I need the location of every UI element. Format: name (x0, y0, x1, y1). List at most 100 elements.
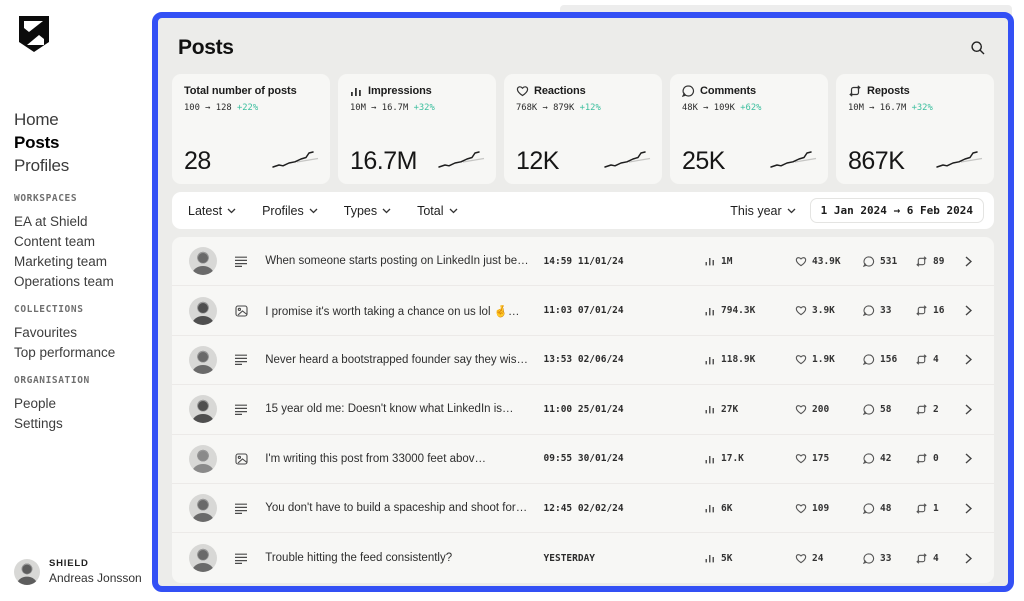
comments-stat: 156 (863, 354, 915, 365)
repost-icon (915, 503, 928, 514)
stat-card-header: Reposts (848, 85, 982, 97)
delta-text: +12% (580, 103, 601, 113)
filter-dropdown-types[interactable]: Types (344, 204, 391, 218)
sidebar-item-top-performance[interactable]: Top performance (14, 343, 115, 363)
reposts-value: 16 (933, 305, 944, 316)
sidebar-item-favourites[interactable]: Favourites (14, 323, 115, 343)
post-row[interactable]: When someone starts posting on LinkedIn … (172, 237, 994, 286)
nav-item-posts[interactable]: Posts (14, 131, 69, 154)
post-timestamp: 14:59 11/01/24 (544, 256, 653, 267)
bar-chart-icon (705, 404, 716, 414)
user-avatar (14, 559, 40, 585)
period-dropdown[interactable]: This year (730, 204, 795, 218)
post-row[interactable]: You don't have to build a spaceship and … (172, 484, 994, 533)
reposts-stat: 4 (915, 354, 965, 365)
posts-table: When someone starts posting on LinkedIn … (172, 237, 994, 583)
user-org-label: SHIELD (49, 558, 142, 569)
post-row[interactable]: I'm writing this post from 33000 feet ab… (172, 435, 994, 484)
chevron-right-icon[interactable] (965, 256, 972, 267)
impressions-value: 6K (721, 503, 732, 514)
chevron-right-icon[interactable] (965, 553, 972, 564)
comments-stat: 531 (863, 256, 915, 267)
delta-text: +22% (237, 103, 258, 113)
sidebar-item-ea-at-shield[interactable]: EA at Shield (14, 212, 114, 232)
stat-card-reactions[interactable]: Reactions 768K → 879K +12% 12K (504, 74, 662, 184)
post-row[interactable]: 15 year old me: Doesn't know what Linked… (172, 385, 994, 434)
chevron-right-icon[interactable] (965, 354, 972, 365)
sidebar-item-content-team[interactable]: Content team (14, 232, 114, 252)
search-icon[interactable] (966, 36, 990, 60)
stat-card-value: 867K (848, 147, 904, 176)
sidebar-item-operations-team[interactable]: Operations team (14, 272, 114, 292)
impressions-value: 794.3K (721, 305, 755, 316)
reactions-value: 175 (812, 453, 829, 464)
nav-item-profiles[interactable]: Profiles (14, 154, 69, 177)
comment-icon (863, 503, 875, 514)
bar-chart-icon (705, 553, 716, 563)
post-author-avatar (189, 247, 217, 275)
comments-stat: 58 (863, 404, 915, 415)
post-row[interactable]: I promise it's worth taking a chance on … (172, 286, 994, 335)
stat-card-impressions[interactable]: Impressions 10M → 16.7M +32% 16.7M (338, 74, 496, 184)
nav-item-home[interactable]: Home (14, 108, 69, 131)
sparkline-chart (934, 146, 984, 172)
comments-stat: 48 (863, 503, 915, 514)
filter-dropdown-latest[interactable]: Latest (188, 204, 236, 218)
repost-icon (848, 85, 862, 97)
stat-card-reposts[interactable]: Reposts 10M → 16.7M +32% 867K (836, 74, 994, 184)
sidebar-item-people[interactable]: People (14, 394, 90, 414)
chevron-down-icon (787, 208, 796, 214)
chevron-right-icon[interactable] (965, 453, 972, 464)
stat-card-total-number-of-posts[interactable]: Total number of posts 100 → 128 +22% 28 (172, 74, 330, 184)
post-row[interactable]: Never heard a bootstrapped founder say t… (172, 336, 994, 385)
reposts-stat: 89 (915, 256, 965, 267)
page-title: Posts (178, 36, 234, 60)
filter-dropdown-label: Profiles (262, 204, 304, 218)
stat-card-label: Reposts (867, 85, 910, 97)
reactions-stat: 3.9K (795, 305, 863, 316)
reactions-value: 200 (812, 404, 829, 415)
shield-logo-icon (16, 14, 52, 54)
stat-card-label: Impressions (368, 85, 432, 97)
reactions-stat: 43.9K (795, 256, 863, 267)
heart-icon (516, 85, 529, 97)
post-stats: 1M 43.9K 531 89 (705, 256, 965, 267)
chevron-right-icon[interactable] (965, 404, 972, 415)
account-switcher[interactable]: SHIELD Andreas Jonsson (14, 558, 142, 585)
section-title: WORKSPACES (14, 193, 114, 204)
range-text: 10M → 16.7M (350, 103, 408, 113)
post-title: I'm writing this post from 33000 feet ab… (265, 453, 543, 465)
stat-card-range: 768K → 879K +12% (516, 103, 650, 113)
sidebar-section-organisation: ORGANISATION People Settings (14, 375, 90, 434)
posts-panel: Posts Total number of posts (152, 12, 1014, 592)
reposts-value: 1 (933, 503, 939, 514)
post-title: You don't have to build a spaceship and … (265, 502, 543, 514)
stat-card-value: 16.7M (350, 147, 417, 176)
chevron-right-icon[interactable] (965, 305, 972, 316)
image-post-icon (235, 453, 248, 465)
post-timestamp: YESTERDAY (544, 553, 653, 564)
range-text: 48K → 109K (682, 103, 735, 113)
comment-icon (863, 404, 875, 415)
chevron-right-icon[interactable] (965, 503, 972, 514)
sidebar-item-settings[interactable]: Settings (14, 414, 90, 434)
post-type (217, 553, 265, 564)
stat-card-comments[interactable]: Comments 48K → 109K +62% 25K (670, 74, 828, 184)
filter-dropdown-profiles[interactable]: Profiles (262, 204, 318, 218)
delta-text: +62% (740, 103, 761, 113)
stat-card-value: 25K (682, 147, 725, 176)
chevron-down-icon (309, 208, 318, 214)
heart-icon (795, 305, 807, 316)
stat-card-header: Reactions (516, 85, 650, 97)
filter-dropdown-total[interactable]: Total (417, 204, 457, 218)
bar-chart-icon (705, 454, 716, 464)
section-title: ORGANISATION (14, 375, 90, 386)
reactions-value: 3.9K (812, 305, 835, 316)
comments-value: 33 (880, 553, 891, 564)
date-range-picker[interactable]: 1 Jan 2024 → 6 Feb 2024 (810, 198, 984, 223)
sparkline-chart (436, 146, 486, 172)
reactions-stat: 24 (795, 553, 863, 564)
sidebar-item-marketing-team[interactable]: Marketing team (14, 252, 114, 272)
range-text: 768K → 879K (516, 103, 574, 113)
post-row[interactable]: Trouble hitting the feed consistently? Y… (172, 533, 994, 582)
